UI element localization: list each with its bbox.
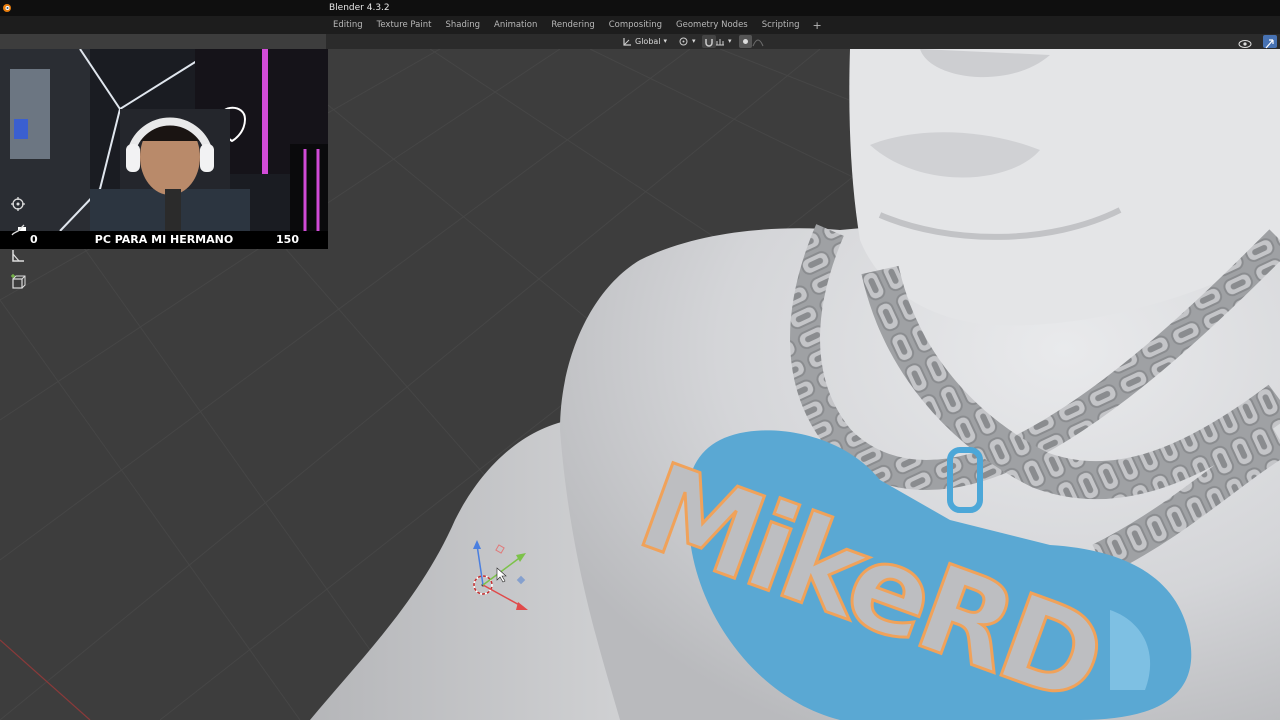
tab-compositing[interactable]: Compositing [602, 20, 669, 30]
transform-orientation-dropdown[interactable]: Global ▾ [622, 35, 667, 48]
tab-texture-paint[interactable]: Texture Paint [370, 20, 439, 30]
tab-shading[interactable]: Shading [438, 20, 487, 30]
tab-editing[interactable]: Editing [326, 20, 370, 30]
snap-increment-icon [716, 38, 724, 45]
pivot-point-dropdown[interactable]: ▾ [678, 35, 696, 48]
measure-tool-button[interactable] [8, 246, 28, 266]
gizmo-toggle[interactable] [1263, 35, 1277, 49]
orientation-icon [623, 37, 631, 46]
add-workspace-button[interactable]: + [807, 19, 828, 32]
chevron-down-icon: ▾ [663, 37, 668, 45]
add-cube-tool-button[interactable] [8, 272, 28, 292]
measure-icon [12, 250, 24, 262]
window-title: Blender 4.3.2 [329, 3, 390, 13]
visibility-button[interactable] [1238, 35, 1252, 48]
tab-animation[interactable]: Animation [487, 20, 544, 30]
snap-toggle[interactable] [702, 35, 716, 48]
proportional-editing-toggle[interactable] [739, 35, 752, 48]
magnet-icon [705, 38, 713, 47]
annotate-tool-button[interactable] [8, 220, 28, 240]
add-cube-icon [11, 274, 26, 289]
workspace-tabs: Editing Texture Paint Shading Animation … [326, 16, 828, 34]
webcam-caption-bar: PC PARA MI HERMANO 0 150 [0, 231, 328, 249]
webcam-overlay: PC PARA MI HERMANO 0 150 [0, 49, 328, 249]
3d-viewport[interactable]: MikeRD PC PARA MI HERMANO 0 150 [0, 49, 1280, 720]
proportional-icon [743, 39, 748, 44]
snap-target-dropdown[interactable]: ▾ [715, 35, 732, 48]
goal-current: 0 [30, 233, 38, 246]
annotate-icon [11, 224, 25, 236]
workspace-bar: Editing Texture Paint Shading Animation … [0, 16, 1280, 34]
title-bar: Blender 4.3.2 [0, 0, 1280, 16]
proportional-falloff-dropdown[interactable] [752, 35, 764, 48]
webcam-feed [0, 49, 328, 232]
chevron-down-icon: ▾ [728, 37, 732, 45]
transform-icon [11, 197, 25, 211]
viewport-header: Global ▾ ▾ ▾ [326, 34, 1280, 49]
blender-logo-icon [3, 4, 11, 12]
chevron-down-icon: ▾ [692, 37, 696, 45]
falloff-icon [752, 39, 764, 46]
x-axis-line [0, 639, 91, 720]
pivot-icon [679, 37, 688, 46]
orientation-label: Global [635, 37, 661, 46]
transform-tool-button[interactable] [8, 194, 28, 214]
tool-shelf [8, 194, 30, 298]
tab-rendering[interactable]: Rendering [544, 20, 601, 30]
goal-target: 150 [276, 233, 299, 246]
tab-scripting[interactable]: Scripting [755, 20, 807, 30]
tab-geometry-nodes[interactable]: Geometry Nodes [669, 20, 755, 30]
